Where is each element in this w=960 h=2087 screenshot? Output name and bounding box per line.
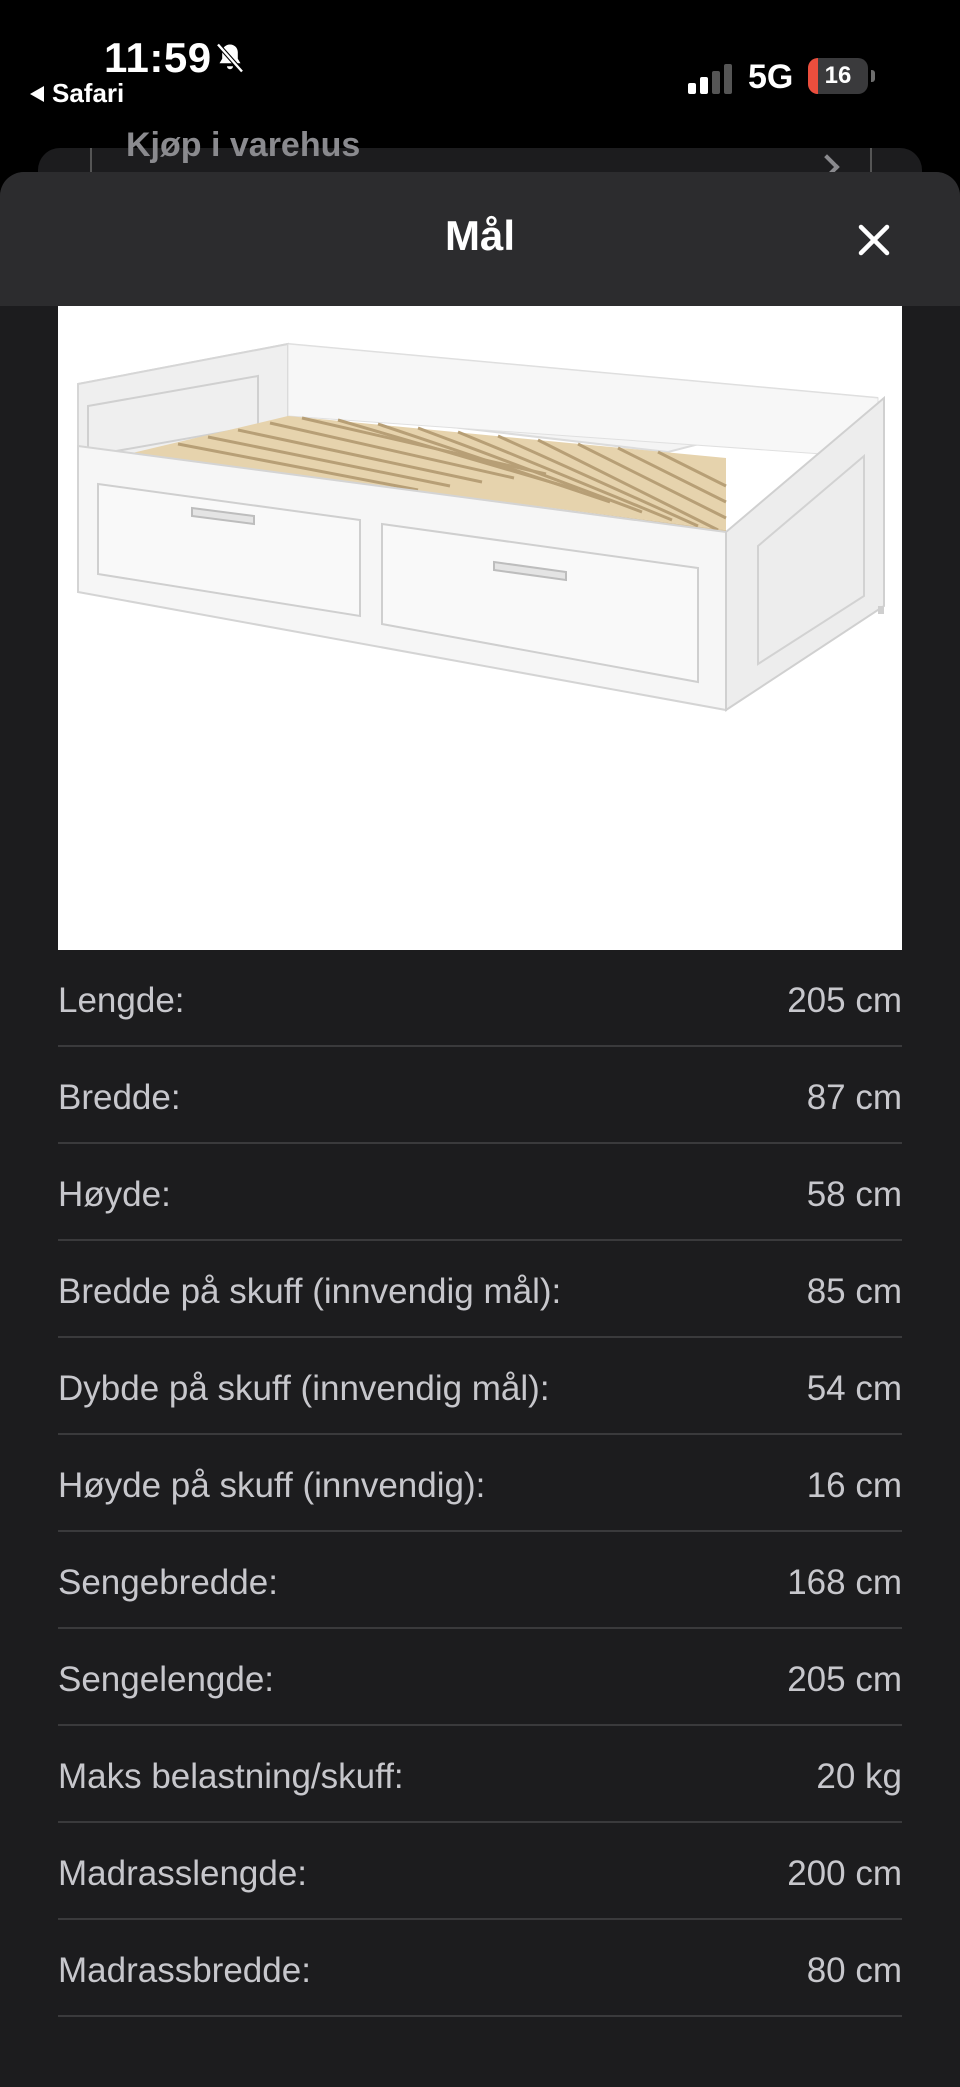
spec-row: Høyde på skuff (innvendig): 16 cm [58,1435,902,1532]
spec-value: 58 cm [806,1174,902,1214]
spec-row: Høyde: 58 cm [58,1144,902,1241]
spec-value: 85 cm [806,1271,902,1311]
spec-value: 205 cm [787,1659,902,1699]
spec-label: Høyde på skuff (innvendig): [58,1465,486,1505]
back-arrow-icon [30,85,44,102]
spec-row: Lengde: 205 cm [58,950,902,1047]
spec-value: 200 cm [787,1853,902,1893]
back-to-safari-button[interactable]: Safari [30,78,124,109]
battery-indicator: 16 [808,58,868,94]
spec-row: Maks belastning/skuff: 20 kg [58,1726,902,1823]
spec-row: Dybde på skuff (innvendig mål): 54 cm [58,1338,902,1435]
spec-label: Dybde på skuff (innvendig mål): [58,1368,550,1408]
close-button[interactable] [850,216,898,264]
bell-slash-icon [216,43,244,73]
spec-label: Maks belastning/skuff: [58,1756,404,1796]
spec-row: Madrassbredde: 80 cm [58,1920,902,2017]
sheet-header: Mål [0,172,960,306]
bed-illustration [77,342,885,712]
spec-row: Sengelengde: 205 cm [58,1629,902,1726]
network-type: 5G [748,58,794,96]
spec-row: Bredde på skuff (innvendig mål): 85 cm [58,1241,902,1338]
spec-value: 54 cm [806,1368,902,1408]
spec-value: 168 cm [787,1562,902,1602]
spec-value: 87 cm [806,1077,902,1117]
battery-level: 16 [824,62,852,89]
spec-value: 205 cm [787,980,902,1020]
spec-list: Lengde: 205 cm Bredde: 87 cm Høyde: 58 c… [58,950,902,2017]
spec-label: Madrassbredde: [58,1950,311,1990]
battery-tip [871,70,875,82]
close-icon [858,224,890,256]
spec-label: Høyde: [58,1174,171,1214]
sheet-title: Mål [444,212,515,259]
spec-row: Madrasslengde: 200 cm [58,1823,902,1920]
dimensions-sheet: Mål Lengde: 205 cm Bredde: 87 cm Høyde: … [0,172,960,2087]
spec-label: Bredde på skuff (innvendig mål): [58,1271,562,1311]
spec-value: 16 cm [806,1465,902,1505]
background-page-text: Kjøp i varehus [126,126,361,164]
spec-value: 20 kg [816,1756,902,1796]
spec-label: Bredde: [58,1077,181,1117]
back-app-label: Safari [52,78,125,108]
status-time: 11:59 [104,34,212,81]
spec-label: Madrasslengde: [58,1853,308,1893]
cellular-signal-icon [688,64,732,94]
spec-label: Sengebredde: [58,1562,278,1602]
spec-value: 80 cm [806,1950,902,1990]
spec-row: Bredde: 87 cm [58,1047,902,1144]
spec-row: Sengebredde: 168 cm [58,1532,902,1629]
spec-label: Lengde: [58,980,185,1020]
product-image [58,306,902,950]
spec-label: Sengelengde: [58,1659,275,1699]
